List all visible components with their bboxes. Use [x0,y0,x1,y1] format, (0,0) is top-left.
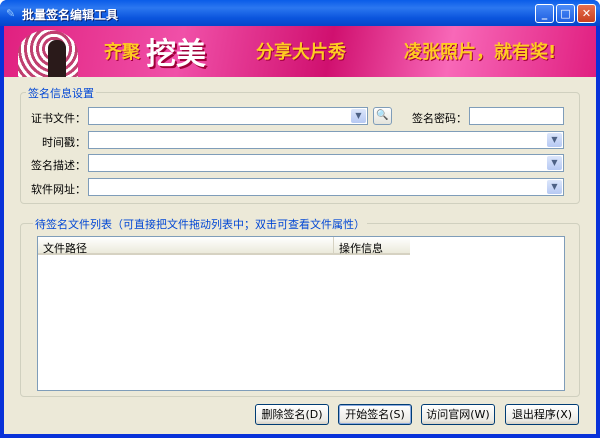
files-group-label: 待签名文件列表（可直接把文件拖动列表中；双击可查看文件属性） [33,216,367,232]
browse-cert-button[interactable]: 🔍 [373,107,392,125]
ad-banner[interactable]: 齐聚 挖美 分享大片秀 凌张照片，就有奖! [4,26,596,77]
search-icon: 🔍 [376,110,389,121]
exit-button[interactable]: 退出程序(X) [505,404,579,425]
close-button[interactable]: ✕ [577,4,596,23]
description-combo[interactable]: ▼ [88,154,564,172]
app-icon: ✎ [6,7,16,20]
cert-file-combo[interactable]: ▼ [88,107,368,125]
visit-website-button[interactable]: 访问官网(W) [421,404,495,425]
cert-label: 证书文件： [31,112,86,125]
column-header-info[interactable]: 操作信息 [334,237,410,255]
minimize-button[interactable]: _ [535,4,554,23]
chevron-down-icon[interactable]: ▼ [547,156,562,170]
delete-signature-button[interactable]: 删除签名(D) [255,404,329,425]
url-label: 软件网址： [31,183,86,196]
client-area: 齐聚 挖美 分享大片秀 凌张照片，就有奖! 签名信息设置 证书文件： ▼ 🔍 签… [4,26,596,434]
maximize-button[interactable]: □ [556,4,575,23]
chevron-down-icon[interactable]: ▼ [547,180,562,194]
url-combo[interactable]: ▼ [88,178,564,196]
password-label: 签名密码： [412,112,467,125]
banner-text: 挖美 [146,37,206,72]
title-bar: ✎ 批量签名编辑工具 _ □ ✕ [0,0,600,26]
file-list[interactable]: 文件路径 操作信息 [37,236,565,391]
window-title: 批量签名编辑工具 [22,8,119,22]
settings-group-label: 签名信息设置 [26,85,96,101]
banner-text: 分享大片秀 [256,42,346,63]
column-header-path[interactable]: 文件路径 [38,237,334,255]
timestamp-combo[interactable]: ▼ [88,131,564,149]
password-input[interactable] [469,107,564,125]
timestamp-label: 时间戳： [42,136,86,149]
banner-figure [48,40,66,77]
banner-text: 凌张照片，就有奖! [404,42,557,63]
banner-text: 齐聚 [104,42,140,63]
chevron-down-icon[interactable]: ▼ [547,133,562,147]
start-signing-button[interactable]: 开始签名(S) [338,404,412,425]
app-window: ✎ 批量签名编辑工具 _ □ ✕ 齐聚 挖美 分享大片秀 凌张照片，就有奖! 签… [0,0,600,438]
desc-label: 签名描述： [31,159,86,172]
chevron-down-icon[interactable]: ▼ [351,109,366,123]
